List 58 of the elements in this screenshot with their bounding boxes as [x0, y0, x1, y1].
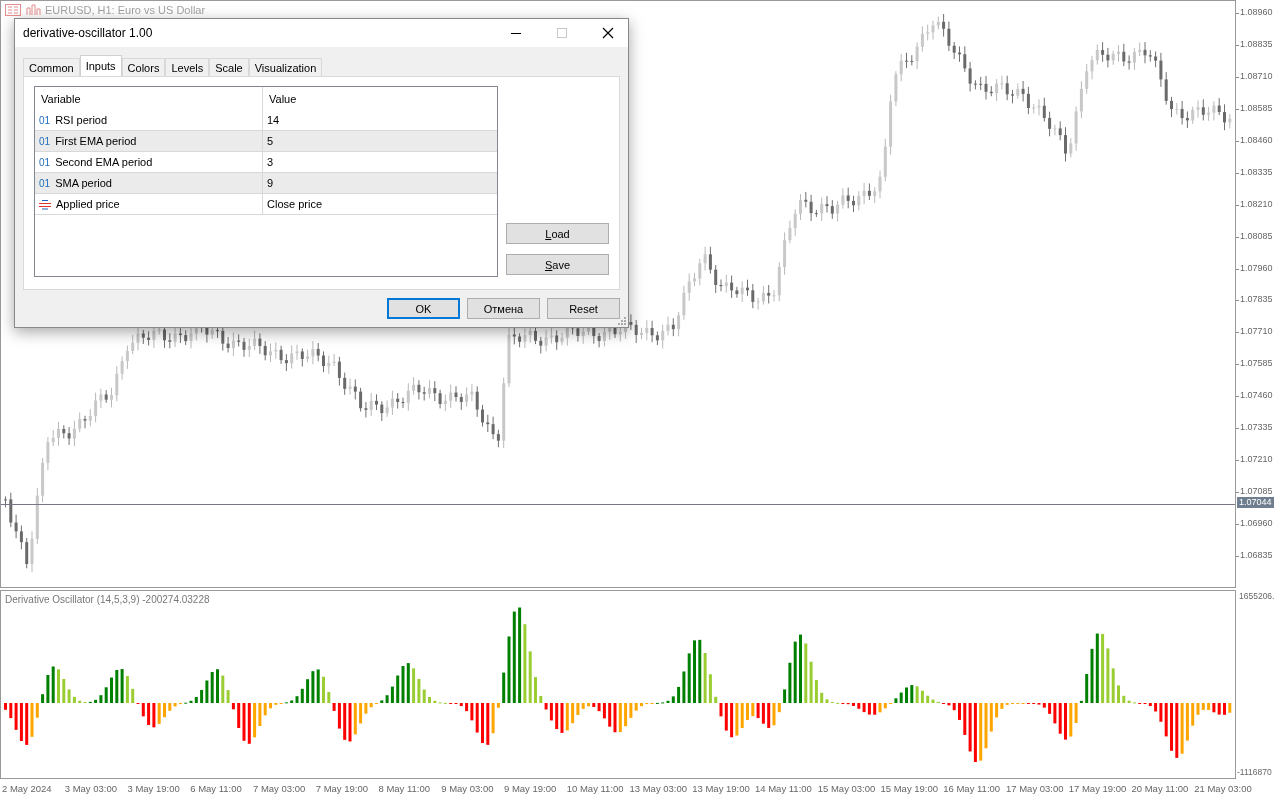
load-button[interactable]: Load [506, 223, 609, 244]
parameter-name: First EMA period [55, 135, 137, 147]
tab[interactable]: Levels [165, 58, 210, 76]
time-label: 2 May 2024 [2, 783, 52, 794]
parameter-name: Applied price [56, 198, 120, 210]
time-label: 16 May 11:00 [943, 783, 1001, 794]
dialog-title: derivative-oscillator 1.00 [23, 26, 153, 40]
time-label: 8 May 11:00 [378, 783, 431, 794]
list-type-icon [39, 198, 51, 210]
parameter-value[interactable]: 14 [263, 110, 497, 130]
indicator-label: Derivative Oscillator (14,5,3,9) -200274.03228 [5, 594, 210, 605]
chart-title: EURUSD, H1: Euro vs US Dollar [45, 4, 206, 16]
save-button[interactable]: Save [506, 254, 609, 275]
time-label: 20 May 11:00 [1131, 783, 1189, 794]
tab[interactable]: Common [23, 58, 80, 76]
integer-type-icon: 01 [39, 156, 51, 168]
parameter-name: SMA period [55, 177, 112, 189]
time-label: 7 May 19:00 [315, 783, 369, 794]
time-label: 9 May 19:00 [504, 783, 557, 794]
parameter-name: Second EMA period [55, 156, 153, 168]
tab[interactable]: Inputs [79, 55, 122, 76]
time-label: 3 May 19:00 [127, 783, 180, 794]
parameter-value[interactable]: Close price [263, 194, 497, 214]
parameter-value[interactable]: 9 [263, 173, 497, 193]
bar-chart-icon [25, 4, 41, 16]
scale-max-label: 1655206. [1239, 591, 1275, 601]
tab[interactable]: Colors [121, 58, 166, 76]
parameter-value[interactable]: 3 [263, 152, 497, 172]
time-label: 13 May 03:00 [629, 783, 688, 794]
time-label: 7 May 03:00 [253, 783, 306, 794]
time-label: 21 May 03:00 [1194, 783, 1252, 794]
time-label: 15 May 19:00 [880, 783, 939, 794]
close-icon[interactable] [602, 27, 614, 39]
time-label: 6 May 11:00 [190, 783, 242, 794]
dialog-button[interactable]: OK [387, 298, 460, 319]
time-label: 9 May 03:00 [441, 783, 494, 794]
time-label: 14 May 11:00 [755, 783, 812, 794]
time-label: 10 May 11:00 [566, 783, 624, 794]
column-header[interactable]: Value [263, 87, 497, 110]
chart-list-icon [5, 4, 21, 16]
time-label: 15 May 03:00 [817, 783, 876, 794]
tab[interactable]: Visualization [248, 58, 323, 76]
tab[interactable]: Scale [209, 58, 249, 76]
time-label: 17 May 19:00 [1068, 783, 1127, 794]
scale-min-label: -1116870 [1237, 767, 1272, 777]
dialog-button[interactable]: Reset [547, 298, 620, 319]
integer-type-icon: 01 [39, 114, 51, 126]
parameter-name: RSI period [55, 114, 108, 126]
time-label: 3 May 03:00 [64, 783, 118, 794]
column-header[interactable]: Variable [35, 87, 263, 110]
dialog-button[interactable]: Отмена [467, 298, 540, 319]
time-label: 13 May 19:00 [692, 783, 750, 794]
integer-type-icon: 01 [39, 177, 51, 189]
resize-grip-icon[interactable] [618, 317, 626, 325]
time-label: 17 May 03:00 [1006, 783, 1064, 794]
integer-type-icon: 01 [39, 135, 51, 147]
parameter-value[interactable]: 5 [263, 131, 497, 151]
current-price-label: 1.07044 [1237, 497, 1274, 508]
